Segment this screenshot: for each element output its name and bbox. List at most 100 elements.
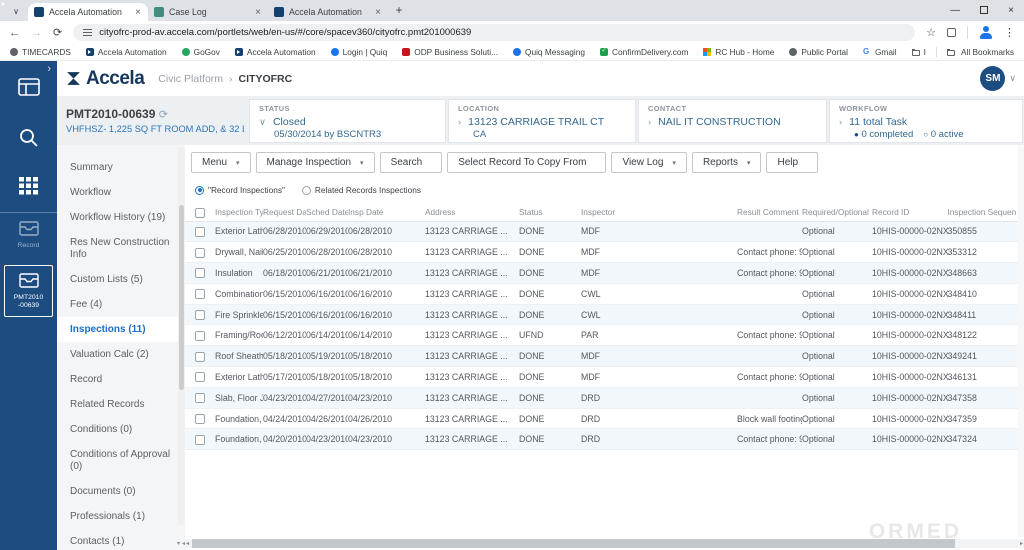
apps-grid-icon[interactable] xyxy=(0,177,57,200)
record-id-link[interactable]: 10HIS-00000-02NX2 xyxy=(872,346,948,367)
sidebar-item[interactable]: Documents (0) xyxy=(57,479,185,504)
toolbar-button[interactable]: Reports ▾ xyxy=(692,152,762,173)
bookmark-item[interactable]: Accela Automation xyxy=(235,47,316,57)
sidebar-item[interactable]: Custom Lists (5) xyxy=(57,267,185,292)
row-checkbox[interactable] xyxy=(195,331,205,341)
profile-icon[interactable] xyxy=(979,26,993,39)
row-checkbox[interactable] xyxy=(195,352,205,362)
bookmark-item[interactable]: Accela Automation xyxy=(86,47,167,57)
main-horizontal-scrollbar[interactable]: ◂ ▸ xyxy=(185,539,1024,548)
contact-value[interactable]: NAIL IT CONSTRUCTION xyxy=(658,116,781,128)
toolbar-button[interactable]: Help xyxy=(766,152,818,173)
record-id-link[interactable]: 10HIS-00000-02NX2 xyxy=(872,387,948,408)
inspection-type-link[interactable]: Exterior Lath xyxy=(215,221,263,242)
back-icon[interactable]: ← xyxy=(9,27,20,39)
inspection-type-link[interactable]: Exterior Lath xyxy=(215,367,263,388)
sidebar-item[interactable]: Related Records xyxy=(57,392,185,417)
bookmark-item[interactable]: RC Hub - Home xyxy=(703,47,774,57)
status-chevron-icon[interactable]: ∨ xyxy=(259,117,266,128)
sidebar-item[interactable]: Fee (4) xyxy=(57,292,185,317)
row-checkbox[interactable] xyxy=(195,435,205,445)
toolbar-button[interactable]: Menu ▾ xyxy=(191,152,251,173)
workflow-chevron-icon[interactable]: › xyxy=(839,117,842,128)
toolbar-button[interactable]: Select Record To Copy From xyxy=(447,152,606,173)
dashboard-icon[interactable] xyxy=(0,77,57,102)
breadcrumb-parent[interactable]: Civic Platform xyxy=(158,73,223,85)
browser-menu-icon[interactable]: ⋮ xyxy=(1004,26,1015,39)
toolbar-button[interactable]: Manage Inspection ▾ xyxy=(256,152,375,173)
browser-tab[interactable]: Case Log × xyxy=(148,3,268,21)
scrollbar-thumb[interactable] xyxy=(192,539,955,548)
inspection-type-link[interactable]: Roof Sheathing... xyxy=(215,346,263,367)
column-header[interactable]: Request Date xyxy=(263,204,306,221)
toolbar-button[interactable]: Search xyxy=(380,152,443,173)
row-checkbox[interactable] xyxy=(195,289,205,299)
record-id-link[interactable]: 10HIS-00000-02NX2 xyxy=(872,263,948,284)
scroll-left-icon[interactable]: ◂ xyxy=(186,540,189,547)
column-header[interactable]: Status xyxy=(519,204,581,221)
select-all-checkbox[interactable] xyxy=(195,208,205,218)
column-header[interactable]: Address xyxy=(425,204,519,221)
avatar[interactable]: SM xyxy=(980,66,1005,91)
bookmark-star-icon[interactable]: ☆ xyxy=(926,26,936,39)
browser-tab[interactable]: Accela Automation × xyxy=(28,3,148,21)
main-vertical-scrollbar[interactable] xyxy=(1018,145,1024,537)
sidebar-item[interactable]: Workflow xyxy=(57,180,185,205)
bookmark-item[interactable]: Public Portal xyxy=(789,47,848,57)
inspection-type-link[interactable]: Combination xyxy=(215,283,263,304)
workflow-total[interactable]: 11 total Task xyxy=(849,116,907,128)
sidebar-scrollbar[interactable] xyxy=(178,147,185,525)
tab-close-icon[interactable]: × xyxy=(374,7,382,18)
record-id-link[interactable]: 10HIS-00000-02NX2 xyxy=(872,325,948,346)
reload-icon[interactable]: ⟳ xyxy=(53,26,62,39)
sidebar-item[interactable]: Record xyxy=(57,367,185,392)
refresh-icon[interactable]: ⟳ xyxy=(159,109,168,121)
search-icon[interactable] xyxy=(0,127,57,154)
location-value[interactable]: 13123 CARRIAGE TRAIL CT xyxy=(468,116,604,128)
record-inspections-radio[interactable]: "Record Inspections" xyxy=(195,185,285,195)
record-id-link[interactable]: 10HIS-00000-02NX2 xyxy=(872,304,948,325)
row-checkbox[interactable] xyxy=(195,310,205,320)
inspection-type-link[interactable]: Fire Sprinkler ... xyxy=(215,304,263,325)
sidebar-item[interactable]: Res New Construction Info xyxy=(57,230,185,267)
window-minimize-icon[interactable]: — xyxy=(950,5,960,16)
record-id-link[interactable]: 10HIS-00000-02NX2 xyxy=(872,429,948,450)
rail-record-item[interactable]: Record xyxy=(0,221,57,250)
scroll-right-icon[interactable]: ▸ xyxy=(1020,540,1023,547)
tab-close-icon[interactable]: × xyxy=(134,7,142,18)
column-header[interactable]: Record ID xyxy=(872,204,948,221)
inspection-type-link[interactable]: Insulation xyxy=(215,263,263,284)
related-records-radio[interactable]: Related Records Inspections xyxy=(302,185,421,195)
bookmark-item[interactable]: Quiq Messaging xyxy=(513,47,585,57)
row-checkbox[interactable] xyxy=(195,393,205,403)
forward-icon[interactable]: → xyxy=(31,27,42,39)
bookmark-item[interactable]: TIMECARDS xyxy=(10,47,71,57)
new-tab-button[interactable]: + xyxy=(388,3,410,17)
column-header[interactable]: Inspector xyxy=(581,204,737,221)
record-id-link[interactable]: 10HIS-00000-02NX2 xyxy=(872,242,948,263)
record-id-link[interactable]: 10HIS-00000-02NX2 xyxy=(872,367,948,388)
column-header[interactable]: Insp Date xyxy=(348,204,425,221)
browser-tab[interactable]: Accela Automation × xyxy=(268,3,388,21)
contact-chevron-icon[interactable]: › xyxy=(648,117,651,128)
sidebar-item[interactable]: Inspections (11) xyxy=(57,317,185,342)
inspection-type-link[interactable]: Drywall, Nailin... xyxy=(215,242,263,263)
rail-expand-icon[interactable]: › xyxy=(47,63,51,75)
tab-close-icon[interactable]: × xyxy=(254,7,262,18)
sidebar-item[interactable]: Summary xyxy=(57,155,185,180)
inspection-type-link[interactable]: Foundation, Foo... xyxy=(215,429,263,450)
row-checkbox[interactable] xyxy=(195,227,205,237)
column-header[interactable]: Inspection Sequen xyxy=(948,204,1024,221)
bookmark-item[interactable]: Login | Quiq xyxy=(331,47,388,57)
toolbar-button[interactable]: View Log ▾ xyxy=(611,152,686,173)
record-description-link[interactable]: VHFHSZ- 1,225 SQ FT ROOM ADD, & 32 LF ..… xyxy=(66,124,244,134)
column-header[interactable]: Required/Optional xyxy=(802,204,872,221)
select-all-header[interactable] xyxy=(185,204,215,221)
rail-pmt-item[interactable]: PMT2010 -00639 xyxy=(4,265,53,317)
radio-unselected-icon[interactable] xyxy=(302,186,311,195)
sidebar-item[interactable]: Professionals (1) xyxy=(57,504,185,529)
row-checkbox[interactable] xyxy=(195,248,205,258)
extensions-icon[interactable] xyxy=(947,28,956,37)
location-chevron-icon[interactable]: › xyxy=(458,117,461,128)
site-info-icon[interactable] xyxy=(83,29,92,36)
